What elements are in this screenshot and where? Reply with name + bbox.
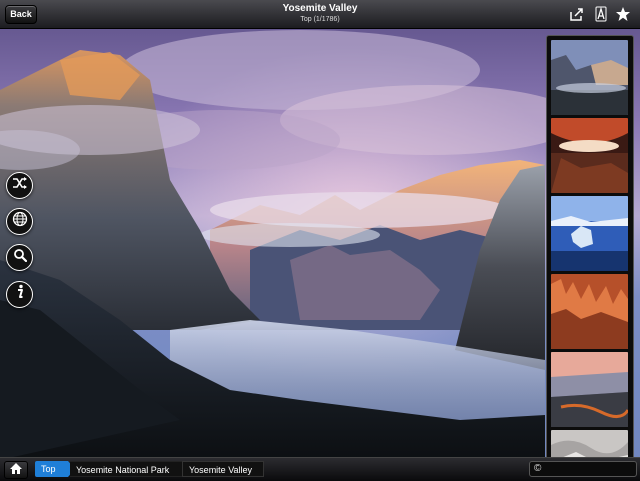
shuffle-button[interactable] [6,172,33,199]
star-icon[interactable] [615,6,631,22]
thumbnail-item[interactable] [551,40,628,115]
page-subtitle: Top (1/1786) [300,16,340,23]
thumbnail-item[interactable] [551,118,628,193]
info-button[interactable] [6,281,33,308]
breadcrumb-top[interactable]: Top [35,461,68,477]
globe-button[interactable] [6,208,33,235]
thumbnail-item[interactable] [551,196,628,271]
breadcrumb-yosemite-national-park[interactable]: Yosemite National Park [70,461,184,477]
font-icon[interactable] [593,6,609,22]
copyright-symbol: © [534,463,542,474]
thumbnail-item[interactable] [551,352,628,427]
search-icon [13,248,27,267]
main-photo[interactable] [0,0,640,480]
navigation-bar: Back Yosemite Valley Top (1/1786) [0,0,640,29]
home-button[interactable] [4,461,28,479]
page-title: Yosemite Valley [282,3,358,14]
info-icon [15,284,25,305]
share-icon[interactable] [569,6,585,22]
shuffle-icon [12,176,28,195]
home-icon [10,461,22,479]
breadcrumb-bar: Top Yosemite National Park Yosemite Vall… [0,457,640,481]
thumbnail-item[interactable] [551,274,628,349]
search-button[interactable] [6,244,33,271]
globe-icon [12,211,28,232]
breadcrumb-yosemite-valley[interactable]: Yosemite Valley [182,461,264,477]
copyright-button[interactable]: © [529,461,637,477]
thumbnail-strip[interactable] [546,35,634,477]
